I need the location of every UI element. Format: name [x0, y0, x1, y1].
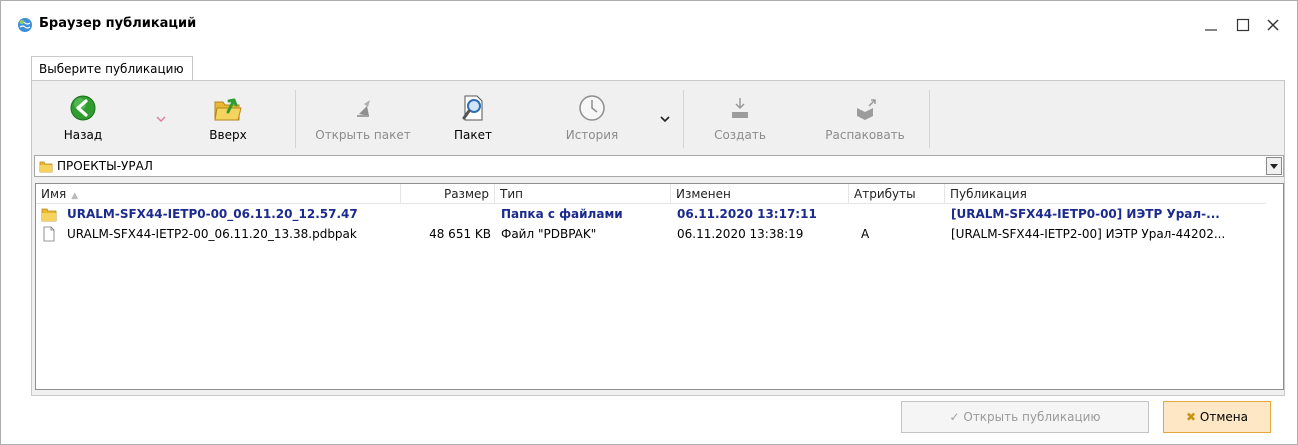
path-value: ПРОЕКТЫ-УРАЛ [57, 159, 153, 173]
dropdown-arrow-icon [1270, 164, 1278, 169]
create-package-icon [732, 98, 748, 118]
open-publication-button[interactable]: ✓ Открыть публикацию [901, 401, 1149, 433]
tab-select-publication[interactable]: Выберите публикацию [31, 56, 193, 81]
open-package-label: Открыть пакет [315, 128, 411, 142]
minimize-button[interactable] [1197, 11, 1225, 39]
open-publication-label: Открыть публикацию [963, 410, 1101, 424]
toolbar: Назад Вверх Открыть пакет Пакет История … [33, 82, 1283, 152]
checkmark-icon: ✓ [949, 410, 960, 424]
column-name-label: Имя [41, 187, 67, 201]
toolbar-separator [683, 90, 684, 148]
row-type: Папка с файлами [501, 207, 623, 221]
path-dropdown-button[interactable] [1266, 157, 1282, 175]
chevron-down-icon [660, 116, 670, 123]
row-type: Файл "PDBPAK" [501, 227, 597, 241]
history-label: История [565, 128, 619, 142]
back-label: Назад [63, 128, 103, 142]
create-button[interactable]: Создать [705, 92, 775, 150]
path-combobox[interactable]: ПРОЕКТЫ-УРАЛ [34, 155, 1284, 177]
column-header-publication[interactable]: Публикация [945, 184, 1266, 204]
column-header-attributes[interactable]: Атрибуты [849, 184, 945, 204]
list-header: Имя ▲ Размер Тип Изменен Атрибуты Публика… [36, 184, 1266, 204]
row-publication: [URALM-SFX44-IETP0-00] ИЭТР Урал-... [951, 207, 1220, 221]
create-label: Создать [714, 128, 766, 142]
column-header-size[interactable]: Размер [401, 184, 495, 204]
package-search-icon [462, 95, 483, 121]
open-package-button[interactable]: Открыть пакет [313, 92, 413, 150]
open-package-icon [357, 100, 370, 117]
unpack-button[interactable]: Распаковать [815, 92, 915, 150]
history-button[interactable]: История [557, 92, 627, 150]
sort-ascending-icon: ▲ [71, 191, 79, 201]
column-header-modified[interactable]: Изменен [671, 184, 849, 204]
up-label: Вверх [209, 128, 247, 142]
title-bar: Браузер публикаций [1, 1, 1297, 45]
globe-app-icon [18, 18, 32, 32]
cancel-button[interactable]: ✖ Отмена [1163, 401, 1271, 433]
column-publication-label: Публикация [950, 187, 1027, 201]
row-publication: [URALM-SFX44-IETP2-00] ИЭТР Урал-44202..… [951, 227, 1226, 241]
close-button[interactable] [1259, 11, 1287, 39]
package-button[interactable]: Пакет [443, 92, 503, 150]
column-attributes-label: Атрибуты [854, 187, 916, 201]
window-title: Браузер публикаций [39, 16, 197, 31]
column-header-type[interactable]: Тип [495, 184, 671, 204]
clock-icon [579, 95, 605, 121]
file-list[interactable]: Имя ▲ Размер Тип Изменен Атрибуты Публика… [35, 183, 1284, 390]
cross-icon: ✖ [1186, 410, 1197, 424]
maximize-button[interactable] [1229, 11, 1257, 39]
publication-browser-window: Браузер публикаций Выберите публикацию Н… [0, 0, 1298, 445]
table-row[interactable]: URALM-SFX44-IETP2-00_06.11.20_13.38.pdbp… [36, 225, 1266, 245]
up-button[interactable]: Вверх [198, 92, 258, 150]
row-size: 48 651 KB [429, 227, 491, 241]
minimize-icon [1205, 29, 1217, 31]
toolbar-separator [929, 90, 930, 148]
tab-label: Выберите публикацию [39, 62, 184, 76]
column-header-name[interactable]: Имя ▲ [36, 184, 401, 204]
unpack-icon [857, 99, 876, 120]
folder-icon [39, 161, 53, 173]
back-button[interactable]: Назад [53, 92, 113, 150]
table-row[interactable]: URALM-SFX44-IETP0-00_06.11.20_12.57.47 П… [36, 205, 1266, 225]
row-name: URALM-SFX44-IETP2-00_06.11.20_13.38.pdbp… [67, 227, 357, 241]
folder-icon [41, 208, 57, 222]
folder-up-icon [214, 98, 242, 121]
row-modified: 06.11.2020 13:17:11 [677, 207, 817, 221]
package-label: Пакет [454, 128, 492, 142]
cancel-label: Отмена [1199, 410, 1248, 424]
close-icon [1267, 19, 1279, 31]
back-arrow-icon [70, 95, 96, 121]
row-attributes: A [861, 227, 870, 241]
maximize-icon [1236, 18, 1250, 32]
file-icon [43, 226, 55, 242]
row-name: URALM-SFX44-IETP0-00_06.11.20_12.57.47 [67, 207, 358, 221]
chevron-down-icon [156, 116, 166, 122]
tab-panel: Назад Вверх Открыть пакет Пакет История … [31, 80, 1285, 396]
toolbar-separator [295, 90, 296, 148]
column-modified-label: Изменен [676, 187, 731, 201]
column-type-label: Тип [500, 187, 523, 201]
column-size-label: Размер [443, 187, 489, 201]
row-modified: 06.11.2020 13:38:19 [677, 227, 804, 241]
unpack-label: Распаковать [825, 128, 905, 142]
